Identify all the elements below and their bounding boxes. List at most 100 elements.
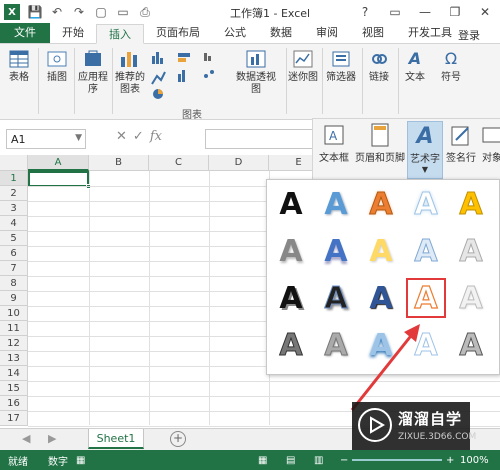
row-header[interactable]: 7 bbox=[0, 261, 28, 276]
ribbon-display-icon[interactable]: ▭ bbox=[380, 0, 410, 24]
wordart-style-option[interactable]: A bbox=[316, 231, 356, 271]
column-header-c[interactable]: C bbox=[149, 155, 209, 171]
zoom-level[interactable]: 100% bbox=[460, 455, 489, 466]
wordart-button[interactable]: A 艺术字 ▼ bbox=[407, 121, 443, 179]
column-header-b[interactable]: B bbox=[89, 155, 149, 171]
prev-sheet-icon[interactable]: ◀ bbox=[22, 432, 30, 445]
links-button[interactable]: 链接 bbox=[364, 48, 394, 84]
wordart-style-option[interactable]: A bbox=[406, 184, 446, 224]
wordart-style-option[interactable]: A bbox=[451, 278, 491, 318]
wordart-style-option[interactable]: A bbox=[451, 231, 491, 271]
formula-input[interactable] bbox=[205, 129, 315, 149]
row-header[interactable]: 9 bbox=[0, 291, 28, 306]
links-label: 链接 bbox=[369, 72, 389, 83]
chevron-down-icon[interactable]: ▼ bbox=[75, 133, 82, 143]
next-sheet-icon[interactable]: ▶ bbox=[48, 432, 56, 445]
name-box[interactable]: A1 ▼ bbox=[6, 129, 86, 149]
apps-button[interactable]: 应用程序 bbox=[76, 48, 110, 96]
enter-icon[interactable]: ✓ bbox=[133, 129, 144, 144]
row-header[interactable]: 13 bbox=[0, 351, 28, 366]
wordart-style-option[interactable]: A bbox=[316, 184, 356, 224]
wordart-style-option[interactable]: A bbox=[271, 325, 311, 365]
wordart-style-option[interactable]: A bbox=[271, 231, 311, 271]
row-header[interactable]: 4 bbox=[0, 216, 28, 231]
object-button[interactable]: 对象 bbox=[477, 121, 500, 164]
wordart-style-option[interactable]: A bbox=[406, 231, 446, 271]
illustrations-button[interactable]: 插图 bbox=[44, 48, 70, 84]
record-macro-icon[interactable]: ▦ bbox=[76, 455, 85, 466]
signature-line-button[interactable]: 签名行 bbox=[445, 121, 477, 164]
row-header[interactable]: 14 bbox=[0, 366, 28, 381]
row-header[interactable]: 17 bbox=[0, 411, 28, 426]
chevron-down-icon: ▼ bbox=[421, 165, 429, 174]
pivot-chart-button[interactable]: 数据透视图 bbox=[232, 48, 280, 96]
page-break-view-icon[interactable]: ▥ bbox=[314, 455, 323, 466]
row-header[interactable]: 3 bbox=[0, 201, 28, 216]
page-layout-view-icon[interactable]: ▤ bbox=[286, 455, 295, 466]
tab-developer[interactable]: 开发工具 bbox=[396, 23, 464, 43]
slicer-icon bbox=[330, 48, 352, 70]
row-header[interactable]: 8 bbox=[0, 276, 28, 291]
zoom-in-icon[interactable]: + bbox=[446, 455, 454, 466]
new-icon[interactable]: ▢ bbox=[90, 1, 112, 23]
row-header[interactable]: 10 bbox=[0, 306, 28, 321]
save-icon[interactable]: 💾 bbox=[24, 1, 46, 23]
wordart-style-option[interactable]: A bbox=[451, 325, 491, 365]
table-button[interactable]: 表格 bbox=[6, 48, 32, 84]
tab-review[interactable]: 审阅 bbox=[304, 23, 350, 43]
column-header-d[interactable]: D bbox=[209, 155, 269, 171]
recommended-chart-icon bbox=[119, 48, 141, 70]
textbox-button[interactable]: A 文本框 bbox=[317, 121, 351, 164]
sparklines-label: 迷你图 bbox=[288, 72, 318, 83]
tab-file[interactable]: 文件 bbox=[0, 23, 50, 43]
sheet-tab-sheet1[interactable]: Sheet1 bbox=[88, 429, 144, 449]
normal-view-icon[interactable]: ▦ bbox=[258, 455, 267, 466]
hierarchy-chart-icon bbox=[178, 53, 190, 62]
minimize-icon[interactable]: — bbox=[410, 0, 440, 24]
filters-button[interactable]: 筛选器 bbox=[324, 48, 358, 84]
table-icon bbox=[8, 48, 30, 70]
column-header-a[interactable]: A bbox=[28, 155, 89, 171]
close-icon[interactable]: ✕ bbox=[470, 0, 500, 24]
header-footer-button[interactable]: 页眉和页脚 bbox=[353, 121, 407, 164]
sparklines-button[interactable]: 迷你图 bbox=[288, 48, 318, 84]
wordart-style-option[interactable]: A bbox=[271, 278, 311, 318]
row-header[interactable]: 5 bbox=[0, 231, 28, 246]
help-icon[interactable]: ? bbox=[350, 0, 380, 24]
wordart-style-option[interactable]: A bbox=[361, 231, 401, 271]
tab-insert[interactable]: 插入 bbox=[96, 24, 144, 44]
pie-chart-icon bbox=[153, 89, 163, 99]
open-icon[interactable]: ▭ bbox=[112, 1, 134, 23]
tab-formulas[interactable]: 公式 bbox=[212, 23, 258, 43]
symbols-button[interactable]: Ω 符号 bbox=[436, 48, 466, 84]
active-cell-a1[interactable] bbox=[28, 171, 91, 189]
wordart-style-option[interactable]: A bbox=[451, 184, 491, 224]
pivot-chart-label: 数据透视图 bbox=[236, 72, 276, 95]
row-header[interactable]: 1 bbox=[0, 171, 28, 186]
redo-icon[interactable]: ↷ bbox=[68, 1, 90, 23]
row-header[interactable]: 6 bbox=[0, 246, 28, 261]
add-sheet-icon[interactable]: + bbox=[170, 431, 186, 447]
undo-icon[interactable]: ↶ bbox=[46, 1, 68, 23]
maximize-icon[interactable]: ❐ bbox=[440, 0, 470, 24]
print-icon[interactable]: ⎙ bbox=[134, 1, 156, 23]
select-all-corner[interactable] bbox=[0, 155, 28, 171]
row-header[interactable]: 12 bbox=[0, 336, 28, 351]
recommended-charts-button[interactable]: 推荐的图表 bbox=[114, 48, 146, 96]
wordart-style-option[interactable]: A bbox=[271, 184, 311, 224]
zoom-out-icon[interactable]: − bbox=[340, 455, 348, 466]
zoom-slider[interactable] bbox=[352, 459, 442, 461]
row-header[interactable]: 2 bbox=[0, 186, 28, 201]
wordart-style-option[interactable]: A bbox=[361, 184, 401, 224]
tab-view[interactable]: 视图 bbox=[350, 23, 396, 43]
row-header[interactable]: 16 bbox=[0, 396, 28, 411]
tab-home[interactable]: 开始 bbox=[50, 23, 96, 43]
row-header[interactable]: 11 bbox=[0, 321, 28, 336]
row-header[interactable]: 15 bbox=[0, 381, 28, 396]
tab-page-layout[interactable]: 页面布局 bbox=[144, 23, 212, 43]
tab-data[interactable]: 数据 bbox=[258, 23, 304, 43]
cancel-icon[interactable]: ✕ bbox=[116, 129, 127, 144]
login-link[interactable]: 登录 bbox=[458, 27, 480, 43]
insert-function-icon[interactable]: fx bbox=[150, 129, 162, 144]
text-button[interactable]: A 文本 bbox=[400, 48, 430, 84]
